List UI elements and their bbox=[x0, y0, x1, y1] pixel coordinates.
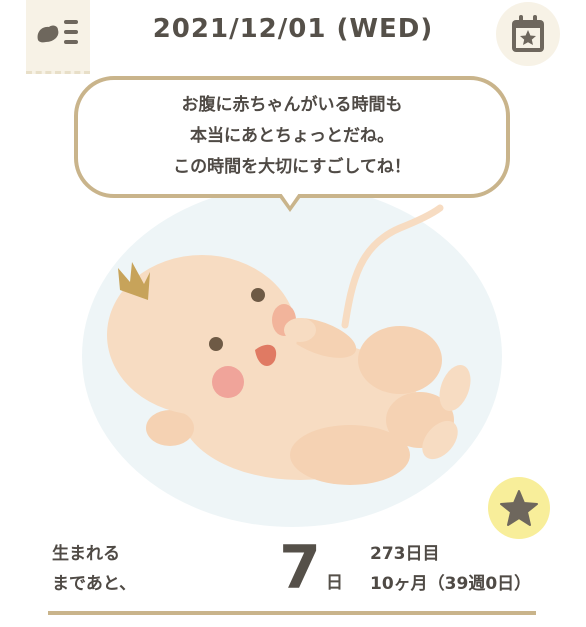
message-line-3: この時間を大切にすごしてね！ bbox=[173, 157, 411, 177]
message-line-1: お腹に赤ちゃんがいる時間も bbox=[181, 95, 403, 115]
month-week: 10ヶ月（39週0日） bbox=[370, 574, 532, 594]
pregnancy-progress: 273日目 10ヶ月（39週0日） bbox=[370, 539, 531, 599]
star-icon bbox=[500, 490, 538, 526]
countdown-label: 生まれる まであと、 bbox=[52, 539, 136, 599]
divider bbox=[48, 611, 536, 615]
days-remaining: 7 bbox=[279, 533, 321, 603]
countdown-label-line-1: 生まれる bbox=[52, 544, 120, 564]
countdown-label-line-2: まであと、 bbox=[52, 574, 137, 594]
message-line-2: 本当にあとちょっとだね。 bbox=[190, 126, 394, 146]
day-of-pregnancy: 273日目 bbox=[370, 544, 440, 564]
message-text: お腹に赤ちゃんがいる時間も 本当にあとちょっとだね。 この時間を大切にすごしてね… bbox=[74, 90, 510, 183]
favorite-button[interactable] bbox=[488, 477, 550, 539]
days-unit: 日 bbox=[326, 573, 343, 593]
